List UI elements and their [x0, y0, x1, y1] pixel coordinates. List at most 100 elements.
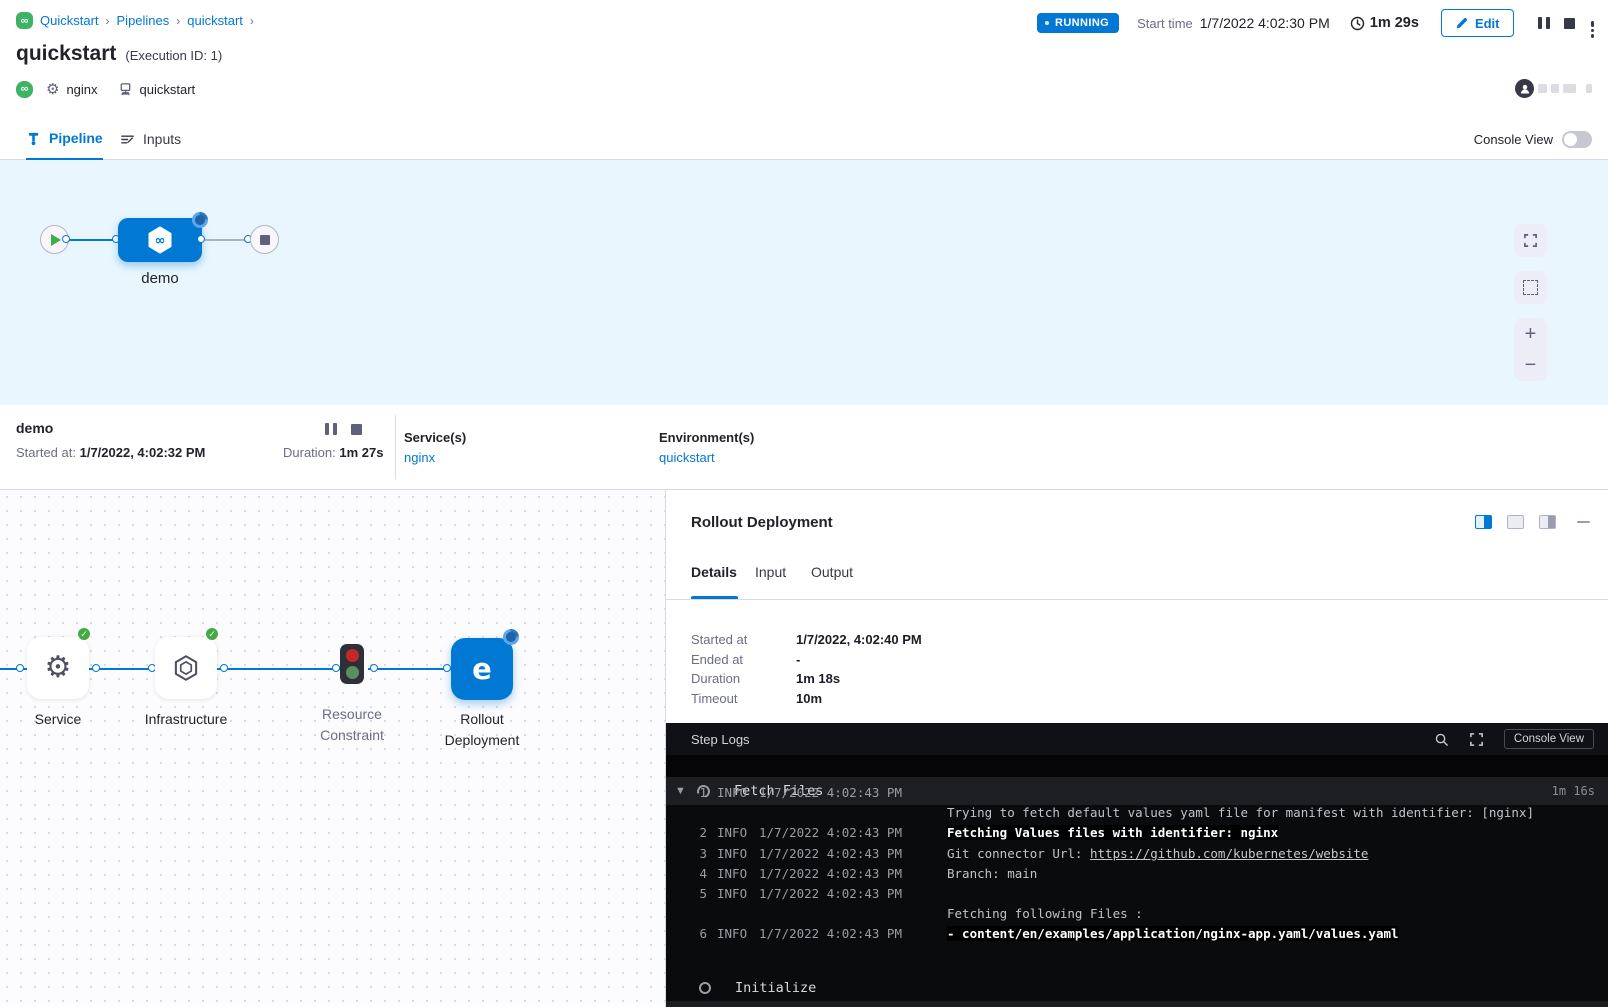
log-line: Trying to fetch default values yaml file… [691, 803, 1599, 823]
log-line: 1INFO1/7/2022 4:02:43 PM [691, 783, 1599, 803]
duration-label: Duration: [283, 445, 336, 460]
execution-graph-canvas[interactable]: ⚙ ✓ Service ✓ Infrastructure Resource Co… [0, 490, 665, 1007]
tab-details[interactable]: Details [691, 564, 737, 580]
pipeline-icon [26, 131, 41, 146]
step-panel-tabs: Details Input Output [666, 556, 1608, 600]
log-line: 2INFO1/7/2022 4:02:43 PMFetching Values … [691, 823, 1599, 843]
user-avatar-icon[interactable] [1515, 79, 1534, 98]
service-link[interactable]: nginx [404, 450, 466, 465]
stop-button[interactable] [1564, 18, 1575, 29]
tab-input[interactable]: Input [755, 564, 786, 580]
step-label-infrastructure: Infrastructure [124, 709, 248, 730]
elapsed-time: 1m 29s [1350, 15, 1419, 31]
console-view-label: Console View [1474, 132, 1553, 147]
inputs-icon [120, 132, 135, 147]
log-line: 4INFO1/7/2022 4:02:43 PMBranch: main [691, 864, 1599, 884]
breadcrumb-link-quickstart[interactable]: Quickstart [40, 13, 99, 28]
stop-square-icon [260, 235, 270, 245]
layout-split-panel-icon[interactable] [1539, 515, 1556, 529]
git-connector-link[interactable]: https://github.com/kubernetes/website [1090, 846, 1368, 861]
breadcrumb: ∞ Quickstart › Pipelines › quickstart › [16, 12, 254, 29]
chevron-right-icon: › [250, 14, 254, 28]
step-label-resource-constraint: Resource Constraint [300, 704, 404, 746]
clock-icon [1350, 16, 1365, 31]
marquee-select-button[interactable] [1514, 271, 1547, 304]
tab-pipeline[interactable]: Pipeline [26, 118, 103, 160]
stage-label: demo [118, 270, 202, 287]
status-badge: RUNNING [1037, 13, 1119, 33]
breadcrumb-link-pipeline-name[interactable]: quickstart [187, 13, 243, 28]
status-dot-icon [1045, 21, 1049, 25]
console-view-toggle[interactable] [1562, 131, 1592, 148]
tab-output[interactable]: Output [811, 564, 853, 580]
started-at-value: 1/7/2022, 4:02:32 PM [80, 445, 206, 460]
marquee-icon [1523, 280, 1538, 295]
pause-button[interactable] [1538, 17, 1550, 29]
step-logs-header: Step Logs Console View [666, 723, 1608, 755]
stop-stage-button[interactable] [351, 423, 362, 435]
step-logs-panel: Step Logs Console View ▼ Fetch Files 1m … [666, 723, 1608, 1007]
fullscreen-icon[interactable] [1469, 732, 1484, 747]
next-section-strip [666, 1001, 1608, 1007]
pipeline-end-node [250, 225, 279, 254]
log-section-initialize[interactable]: Initialize [666, 974, 1608, 1002]
play-icon [51, 234, 61, 246]
started-at-label: Started at: [16, 445, 76, 460]
zoom-out-button[interactable]: − [1525, 355, 1537, 375]
environment-tag: quickstart [140, 82, 196, 97]
fullscreen-button[interactable] [1514, 224, 1547, 257]
step-details-panel: Rollout Deployment Details Input Output … [665, 490, 1608, 1007]
harness-logo-icon: e [472, 652, 492, 686]
tab-inputs[interactable]: Inputs [120, 118, 181, 160]
edit-button[interactable]: Edit [1441, 9, 1514, 37]
user-info[interactable] [1515, 79, 1592, 98]
environments-label: Environment(s) [659, 430, 754, 445]
logs-console-view-button[interactable]: Console View [1504, 729, 1594, 749]
environment-link[interactable]: quickstart [659, 450, 754, 465]
chevron-right-icon: › [176, 14, 180, 28]
zoom-in-button[interactable]: + [1525, 324, 1537, 344]
minimize-panel-icon[interactable] [1577, 521, 1590, 524]
breadcrumb-link-pipelines[interactable]: Pipelines [117, 13, 170, 28]
log-line: 5INFO1/7/2022 4:02:43 PM [691, 884, 1599, 904]
canvas-controls: + − [1514, 224, 1547, 381]
gear-icon: ⚙ [45, 653, 72, 683]
fullscreen-icon [1523, 233, 1538, 248]
layout-right-panel-icon[interactable] [1475, 515, 1492, 529]
stage-summary-bar: demo Started at: 1/7/2022, 4:02:32 PM Du… [0, 405, 1608, 490]
harness-cd-module-icon: ∞ [16, 12, 33, 29]
step-details-list: Started at1/7/2022, 4:02:40 PM Ended at-… [691, 630, 922, 708]
step-logs-title: Step Logs [691, 732, 750, 747]
step-panel-title: Rollout Deployment [691, 514, 833, 531]
search-icon[interactable] [1434, 732, 1449, 747]
traffic-light-red-icon [346, 649, 359, 662]
chevron-right-icon: › [106, 14, 110, 28]
services-label: Service(s) [404, 430, 466, 445]
success-check-icon: ✓ [204, 626, 220, 642]
redacted-username [1563, 84, 1576, 93]
page-title: quickstart [16, 42, 116, 66]
view-tab-bar: Pipeline Inputs Console View [0, 118, 1608, 160]
start-time-value: 1/7/2022 4:02:30 PM [1200, 15, 1330, 31]
redacted-username [1538, 84, 1547, 93]
pending-circle-icon [699, 982, 711, 994]
log-lines: 1INFO1/7/2022 4:02:43 PM Trying to fetch… [691, 783, 1599, 945]
start-time-label: Start time [1137, 16, 1193, 31]
step-node-resource-constraint[interactable] [340, 644, 364, 684]
redacted-username [1586, 84, 1592, 93]
pipeline-canvas[interactable]: ∞ demo + − [0, 160, 1608, 405]
step-label-service: Service [12, 709, 104, 730]
stage-node-demo[interactable]: ∞ [118, 218, 202, 262]
step-node-rollout-deployment[interactable]: e [451, 638, 513, 700]
layout-bottom-panel-icon[interactable] [1507, 515, 1524, 529]
environment-icon [118, 82, 133, 97]
log-line: 3INFO1/7/2022 4:02:43 PMGit connector Ur… [691, 844, 1599, 864]
step-node-infrastructure[interactable] [155, 637, 217, 699]
gear-icon: ⚙ [46, 80, 59, 98]
step-node-service[interactable]: ⚙ [27, 637, 89, 699]
panel-layout-controls [1475, 515, 1590, 529]
redacted-username [1551, 84, 1559, 93]
log-line: 6INFO1/7/2022 4:02:43 PM- content/en/exa… [691, 924, 1599, 944]
pause-stage-button[interactable] [325, 423, 337, 435]
more-options-button[interactable] [1591, 19, 1595, 27]
